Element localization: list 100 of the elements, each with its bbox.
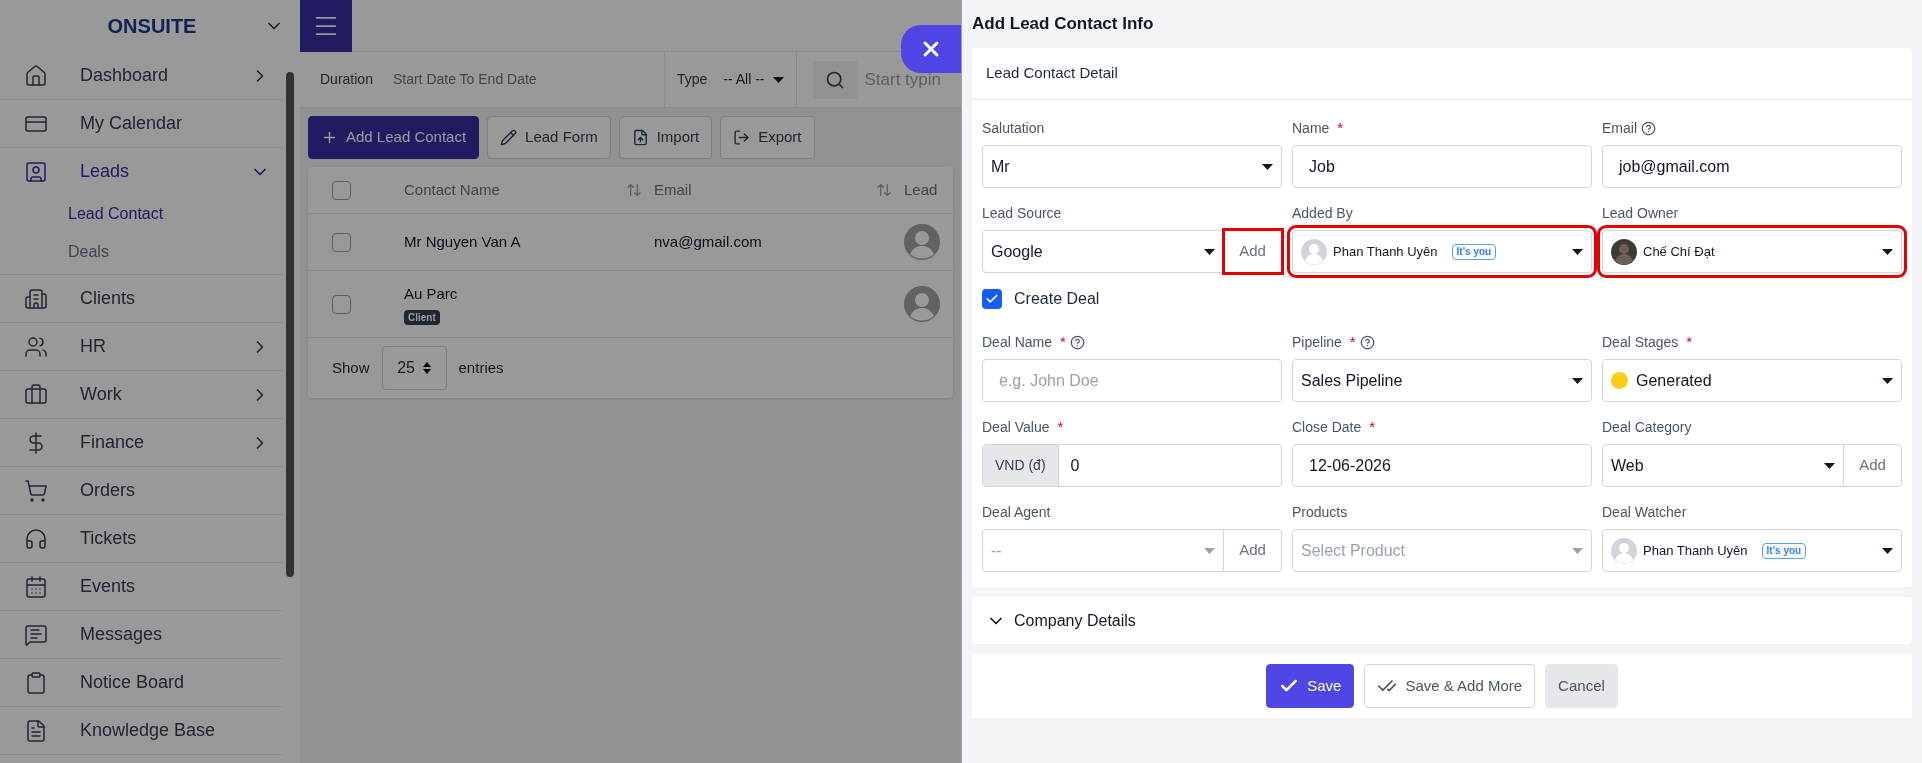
sidebar-item[interactable]: Orders (0, 467, 282, 514)
checkbox[interactable] (982, 289, 1002, 309)
help-icon[interactable] (1641, 120, 1656, 136)
pencil-icon (500, 129, 518, 146)
checkbox[interactable] (332, 180, 351, 200)
page-size-select[interactable]: 25 (381, 346, 447, 390)
you-badge: It's you (1451, 243, 1497, 260)
checkbox[interactable] (332, 294, 351, 314)
filter-label: Type (676, 70, 708, 89)
avatar-icon (904, 224, 940, 260)
type-dropdown[interactable]: -- All -- (723, 69, 784, 90)
avatar-icon (1611, 537, 1637, 564)
client-badge: Client (404, 309, 440, 325)
sidebar-item[interactable]: HR (0, 323, 282, 370)
close-button[interactable] (901, 25, 961, 73)
field-label: Close Date (1292, 417, 1362, 437)
avatar-icon (1301, 238, 1327, 265)
submenu-item[interactable]: Lead Contact (0, 195, 282, 233)
filter-label: Duration (319, 70, 373, 89)
field-label: Lead Source (982, 203, 1062, 223)
input-field[interactable]: 12-06-2026 (1292, 444, 1592, 487)
sidebar-item[interactable]: Messages (0, 611, 282, 658)
help-icon[interactable] (1069, 334, 1085, 350)
field-label: Deal Value (982, 417, 1050, 437)
contact-card-icon (24, 159, 48, 184)
required-mark: * (1057, 416, 1064, 437)
sidebar-item[interactable]: Events (0, 563, 282, 610)
date-range-field[interactable]: Start Date To End Date (372, 69, 664, 90)
required-mark: * (1060, 331, 1066, 352)
sidebar-item[interactable]: Finance (0, 419, 282, 466)
field-label: Added By (1292, 203, 1353, 223)
drawer-title: Add Lead Contact Info (972, 13, 1155, 36)
user-select-field[interactable]: Phan Thanh Uyên It's you (1602, 529, 1902, 572)
caret-icon (1572, 248, 1583, 255)
search-icon (824, 69, 845, 90)
toolbar-button[interactable]: Add Lead Contact (308, 116, 480, 159)
field-label: Pipeline (1292, 332, 1342, 352)
submenu-item[interactable]: Deals (0, 233, 282, 271)
help-icon[interactable] (1359, 334, 1375, 350)
column-header[interactable]: Contact Name (404, 178, 626, 202)
toolbar-button[interactable]: Lead Form (487, 116, 611, 159)
cart-icon (24, 478, 48, 503)
sidebar-item[interactable]: Notice Board (0, 659, 282, 706)
sidebar-item[interactable]: Tickets (0, 515, 282, 562)
sidebar-item[interactable]: Leads (0, 148, 282, 195)
headset-icon (24, 526, 48, 551)
caret-icon (1882, 547, 1893, 554)
avatar-icon (1611, 238, 1637, 265)
building-icon (24, 286, 48, 311)
contact-name[interactable]: Mr Nguyen Van A (404, 230, 521, 254)
select-field[interactable]: Sales Pipeline (1292, 359, 1592, 402)
caret-icon (1882, 377, 1893, 384)
save-add-more-button[interactable]: Save & Add More (1364, 664, 1536, 708)
select-field[interactable]: Generated (1602, 359, 1902, 402)
cancel-button[interactable]: Cancel (1545, 664, 1618, 708)
caret-icon (1204, 248, 1215, 255)
table-cell: nva@gmail.com (654, 232, 762, 250)
required-mark: * (1369, 416, 1376, 437)
required-mark: * (1337, 117, 1344, 138)
contact-name[interactable]: Au Parc (404, 283, 458, 306)
section-title: Lead Contact Detail (972, 48, 1912, 100)
field-label: Email (1602, 118, 1637, 138)
field-label: Deal Category (1602, 417, 1692, 437)
calendar-icon (24, 574, 48, 599)
add-button[interactable]: Add (1224, 230, 1282, 273)
scrollbar[interactable] (286, 72, 294, 577)
sidebar-item[interactable]: Clients (0, 275, 282, 322)
field-label: Deal Name (982, 332, 1053, 352)
company-details-toggle[interactable]: Company Details (972, 597, 1912, 644)
sidebar-item[interactable]: Dashboard (0, 52, 282, 99)
select-field[interactable]: Google (982, 230, 1224, 273)
clipboard-icon (24, 670, 48, 695)
field-label: Products (1292, 502, 1348, 522)
sidebar-item[interactable]: My Calendar (0, 100, 282, 147)
exit-icon (733, 129, 751, 146)
select-field[interactable]: Mr (982, 145, 1282, 188)
caret-icon (1572, 547, 1583, 554)
caret-icon (1882, 248, 1893, 255)
field-label: Deal Watcher (1602, 502, 1687, 522)
field-label: Name (1292, 118, 1330, 138)
input-field[interactable]: job@gmail.com (1602, 145, 1902, 188)
sidebar-item[interactable]: Knowledge Base (0, 707, 282, 754)
field-label: Salutation (982, 118, 1045, 138)
column-header[interactable]: Lead (904, 178, 953, 202)
toolbar-button[interactable]: Export (720, 116, 815, 159)
field-label: Deal Stages (1602, 332, 1679, 352)
avatar-icon (904, 286, 940, 322)
home-icon (24, 63, 48, 88)
sidebar-item[interactable]: Work (0, 371, 282, 418)
menu-button[interactable] (300, 0, 352, 52)
input-field[interactable]: Job (1292, 145, 1592, 188)
document-icon (24, 718, 48, 743)
save-button[interactable]: Save (1266, 664, 1355, 708)
checkbox[interactable] (332, 232, 351, 252)
caret-icon (1572, 377, 1583, 384)
toolbar-button[interactable]: Import (618, 116, 713, 159)
you-badge: It's you (1761, 542, 1807, 559)
column-header[interactable]: Email (654, 178, 876, 202)
message-icon (24, 622, 48, 647)
brand-name: ONSUITE (106, 14, 198, 39)
